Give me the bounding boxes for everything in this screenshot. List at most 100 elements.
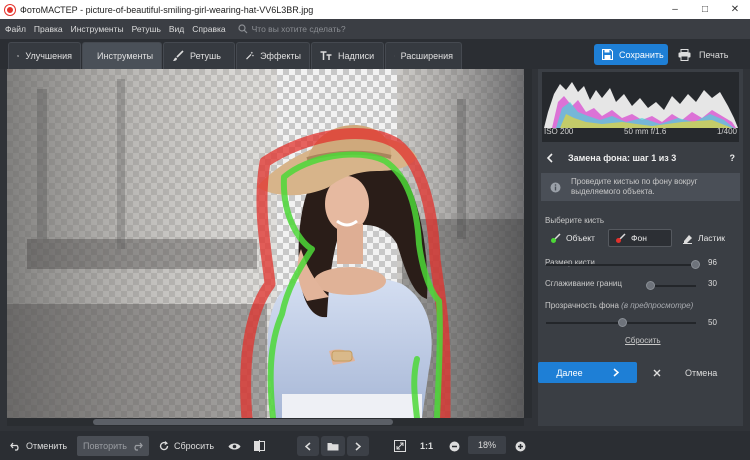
- search-icon: [238, 24, 248, 34]
- tab-enhancements[interactable]: Улучшения: [8, 42, 81, 69]
- zoom-out-button[interactable]: [449, 436, 460, 456]
- reset-button[interactable]: Сбросить: [159, 436, 214, 456]
- opacity-label-text: Прозрачность фона: [545, 301, 619, 310]
- text-icon: [320, 51, 332, 60]
- exif-lens: 50 mm f/1.6: [624, 127, 667, 136]
- undo-button[interactable]: Отменить: [10, 436, 67, 456]
- menu-file[interactable]: Файл: [5, 24, 26, 34]
- image-canvas[interactable]: [7, 69, 524, 418]
- zoom-out-icon: [449, 441, 460, 451]
- next-button-label: Далее: [556, 367, 583, 378]
- zoom-level[interactable]: 18%: [468, 436, 506, 454]
- maximize-button[interactable]: □: [690, 0, 720, 19]
- menu-help[interactable]: Справка: [192, 24, 225, 34]
- preview-eye-button[interactable]: [228, 436, 241, 456]
- brush-size-slider[interactable]: [546, 260, 700, 269]
- opacity-value: 50: [708, 318, 717, 327]
- tab-extensions[interactable]: Расширения: [385, 42, 462, 69]
- cancel-button[interactable]: Отмена: [643, 362, 743, 383]
- save-button-label: Сохранить: [619, 49, 664, 60]
- search-placeholder: Что вы хотите сделать?: [251, 24, 346, 34]
- smoothing-label: Сглаживание границ: [545, 279, 622, 288]
- tab-captions-label: Надписи: [338, 51, 375, 61]
- open-folder-button[interactable]: [321, 436, 345, 456]
- step-title: Замена фона: шаг 1 из 3: [568, 153, 677, 163]
- tab-extensions-label: Расширения: [400, 51, 453, 61]
- exif-shutter: 1/400: [716, 127, 737, 136]
- background-brush-icon: [616, 232, 626, 243]
- horizontal-scrollbar[interactable]: [7, 418, 524, 426]
- histogram-graph: [544, 82, 738, 128]
- menu-retouch[interactable]: Ретушь: [132, 24, 161, 34]
- chevron-right-icon: [355, 441, 361, 451]
- actual-size-button[interactable]: 1:1: [420, 436, 433, 456]
- magic-wand-icon: [246, 51, 254, 60]
- menu-view[interactable]: Вид: [169, 24, 184, 34]
- menu-bar: Файл Правка Инструменты Ретушь Вид Справ…: [0, 19, 750, 39]
- hint-text: Проведите кистью по фону вокруг выделяем…: [571, 177, 698, 196]
- tab-captions[interactable]: Надписи: [311, 42, 384, 69]
- chevron-left-icon: [305, 441, 311, 451]
- eraser-icon: [683, 234, 692, 244]
- next-image-button[interactable]: [347, 436, 369, 456]
- smoothing-slider[interactable]: [646, 281, 696, 290]
- brush-background-label: Фон: [631, 233, 647, 243]
- tab-tools-label: Инструменты: [97, 51, 154, 61]
- help-button[interactable]: ?: [730, 153, 736, 163]
- hint-box: Проведите кистью по фону вокруг выделяем…: [541, 173, 740, 201]
- minimize-button[interactable]: –: [660, 0, 690, 19]
- next-button[interactable]: Далее: [538, 362, 637, 383]
- bottom-toolbar: Отменить Повторить Сбросить 1:1: [0, 431, 750, 460]
- tab-enhancements-label: Улучшения: [25, 51, 72, 61]
- tab-tools[interactable]: Инструменты: [82, 42, 162, 69]
- close-button[interactable]: ✕: [720, 0, 750, 19]
- floppy-disk-icon: [602, 49, 613, 60]
- redo-label: Повторить: [83, 441, 127, 451]
- chevron-right-icon: [613, 368, 619, 377]
- redo-icon: [134, 442, 143, 451]
- menu-tools[interactable]: Инструменты: [71, 24, 124, 34]
- brush-eraser-button[interactable]: Ластик: [676, 229, 731, 247]
- reset-label: Сбросить: [174, 441, 215, 451]
- menu-edit[interactable]: Правка: [34, 24, 63, 34]
- window-controls: – □ ✕: [660, 0, 750, 19]
- smoothing-knob[interactable]: [646, 281, 655, 290]
- tab-retouch-label: Ретушь: [190, 51, 221, 61]
- printer-icon: [678, 48, 691, 61]
- compare-icon: [254, 440, 265, 452]
- opacity-note: (в предпросмотре): [621, 301, 694, 310]
- brush-object-button[interactable]: Объект: [544, 229, 601, 247]
- app-logo-icon: [5, 4, 15, 15]
- brush-icon: [173, 50, 184, 61]
- print-button-label: Печать: [699, 49, 729, 60]
- choose-brush-label: Выберите кисть: [545, 216, 604, 225]
- search-box[interactable]: Что вы хотите сделать?: [238, 24, 346, 34]
- fit-to-screen-button[interactable]: [394, 436, 406, 456]
- brush-size-value: 96: [708, 258, 717, 267]
- fit-screen-icon: [394, 440, 406, 452]
- redo-button[interactable]: Повторить: [77, 436, 149, 456]
- brush-eraser-label: Ластик: [698, 233, 725, 243]
- save-button[interactable]: Сохранить: [594, 44, 668, 65]
- tab-effects[interactable]: Эффекты: [236, 42, 310, 69]
- zoom-in-icon: [515, 441, 526, 451]
- vertical-scrollbar[interactable]: [524, 69, 532, 418]
- title-bar: ФотоМАСТЕР - picture-of-beautiful-smilin…: [0, 0, 750, 19]
- opacity-slider[interactable]: [546, 318, 696, 327]
- prev-image-button[interactable]: [297, 436, 319, 456]
- scrollbar-thumb[interactable]: [93, 419, 393, 425]
- exif-info: ISO 200 50 mm f/1.6 1/400: [542, 127, 739, 136]
- close-icon: [653, 369, 661, 376]
- cancel-button-label: Отмена: [685, 367, 718, 378]
- opacity-knob[interactable]: [618, 318, 627, 327]
- actual-size-label: 1:1: [420, 441, 434, 451]
- print-button[interactable]: Печать: [672, 44, 744, 65]
- tab-retouch[interactable]: Ретушь: [163, 42, 235, 69]
- compare-button[interactable]: [254, 436, 265, 456]
- back-arrow-icon[interactable]: [546, 153, 554, 163]
- brush-size-knob[interactable]: [691, 260, 700, 269]
- step-header: Замена фона: шаг 1 из 3 ?: [538, 149, 743, 167]
- brush-background-button[interactable]: Фон: [608, 229, 672, 247]
- zoom-in-button[interactable]: [515, 436, 526, 456]
- panel-reset-link[interactable]: Сбросить: [625, 336, 661, 345]
